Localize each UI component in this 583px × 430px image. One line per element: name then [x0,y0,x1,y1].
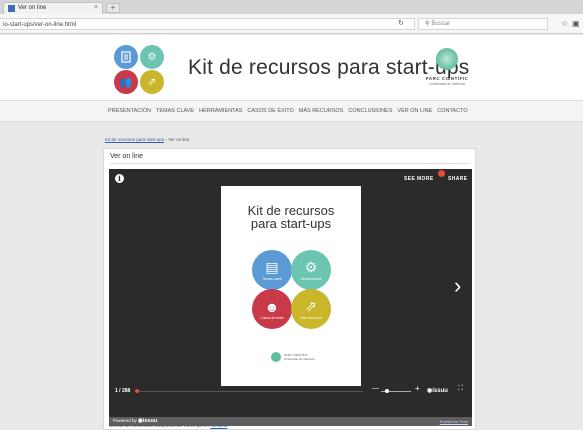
nav-item-casos-exito[interactable]: CASOS DE ÉXITO [247,108,293,114]
nav-item-ver-on-line[interactable]: VER ON LINE [397,108,432,114]
document-title-line2: para start-ups [250,216,332,231]
page-progress-bar[interactable] [135,391,363,392]
zoom-out-button[interactable]: — [372,385,379,392]
contact-link[interactable]: contacto [210,423,227,428]
doc-circle-label: Herramientas [300,277,322,281]
document-icon [121,51,131,63]
nav-item-conclusiones[interactable]: CONCLUSIONES [348,108,392,114]
footnote-end: . [227,423,229,428]
search-icon: ⚲ [425,21,430,27]
doc-circle-label: Casos de éxito [260,315,284,320]
logo-circle-mas-recursos: ⇗ [140,70,164,94]
breadcrumb-current: Ver on line [168,137,190,142]
divider [110,163,470,164]
page-title: Ver on line [110,153,144,160]
address-bar[interactable]: io-start-ups/ver-on-line.html [0,18,415,30]
nav-item-herramientas[interactable]: HERRAMIENTAS [199,108,242,114]
people-icon: ☻ [264,298,280,315]
parc-cientific-name: PARC CIENTÍFIC [425,76,469,81]
publish-for-free-link[interactable]: Publish for Free [440,419,468,424]
browser-tab[interactable]: Ver on line × [3,2,103,14]
issuu-label: issuu [432,388,448,394]
tab-title: Ver on line [18,5,47,11]
parc-cientific-subtitle: Universitat de València [429,82,465,86]
document-title: Kit de recursos para start-ups [221,204,361,230]
browser-tab-bar: Ver on line × + [0,0,583,14]
doc-circle-mas-recursos: ⇗ Más recursos [291,289,331,329]
reload-icon[interactable]: ↻ [398,19,404,27]
logo-circle-temas-clave [114,45,138,69]
notification-badge [438,170,445,177]
nav-item-temas-clave[interactable]: TEMAS CLAVE [156,108,194,114]
doc-circle-herramientas: ⚙ Herramientas [291,250,331,290]
external-link-icon: ⇗ [305,298,317,314]
see-more-button[interactable]: SEE MORE [404,176,434,182]
parc-cientific-logo[interactable] [436,48,458,70]
parc-cientific-logo [271,352,281,362]
page-counter: 1 / 288 [115,388,131,394]
page-progress-handle[interactable] [135,389,139,393]
footnote: Solicita los contenidos completos del Ki… [109,423,229,428]
doc-circle-temas-clave: ▤ Temas clave [252,250,292,290]
star-icon[interactable]: ☆ [561,19,568,28]
clipboard-icon[interactable]: ▣ [572,19,580,28]
doc-circle-label: Temas clave [262,277,282,281]
breadcrumb-link-home[interactable]: Kit de recursos para start-ups [105,137,164,142]
tools-icon: ⚙ [147,51,157,63]
next-page-icon[interactable]: › [454,275,461,297]
zoom-in-button[interactable]: + [415,385,420,393]
doc-circle-casos-exito: ☻ Casos de éxito [252,289,292,329]
info-icon[interactable]: i [115,174,124,183]
nav-item-contacto[interactable]: CONTACTO [437,108,467,114]
doc-logo-sub: Universitat de València [284,356,315,361]
issuu-logo-button[interactable]: ◉issuu [427,387,448,394]
close-tab-icon[interactable]: × [94,3,98,13]
tools-icon: ⚙ [304,259,318,275]
new-tab-button[interactable]: + [106,3,120,13]
breadcrumb-separator: › [165,137,167,142]
favicon-icon [8,5,15,12]
external-link-icon: ⇗ [147,76,157,88]
people-icon: 👥 [119,76,133,88]
search-placeholder: Buscar [431,21,451,27]
document-page[interactable]: Kit de recursos para start-ups ▤ Temas c… [221,186,361,386]
doc-logo-text: PARC CIENTÍFIC Universitat de València [284,353,315,361]
share-button[interactable]: SHARE [448,176,468,182]
nav-item-presentacion[interactable]: PRESENTACIÓN [108,108,151,114]
search-input[interactable]: ⚲ Buscar [418,18,548,30]
content-card: Ver on line i SEE MORE SHARE Kit de recu… [103,148,476,430]
fullscreen-icon[interactable]: ⛶ [458,385,463,393]
zoom-slider-handle[interactable] [385,389,389,393]
breadcrumb: Kit de recursos para start-ups › Ver on … [105,137,189,142]
nav-item-mas-recursos[interactable]: MÁS RECURSOS [299,108,344,114]
footnote-text: Solicita los contenidos completos del Ki… [109,423,211,428]
logo-circle-casos-exito: 👥 [114,70,138,94]
issuu-viewer[interactable]: i SEE MORE SHARE Kit de recursos para st… [109,169,472,417]
navigation-bar: io-start-ups/ver-on-line.html ↻ ⚲ Buscar … [0,14,583,34]
logo-circle-herramientas: ⚙ [140,45,164,69]
document-icon: ▤ [265,259,279,275]
doc-circle-label: Más recursos [300,316,322,320]
main-nav: PRESENTACIÓN TEMAS CLAVE HERRAMIENTAS CA… [0,100,583,122]
